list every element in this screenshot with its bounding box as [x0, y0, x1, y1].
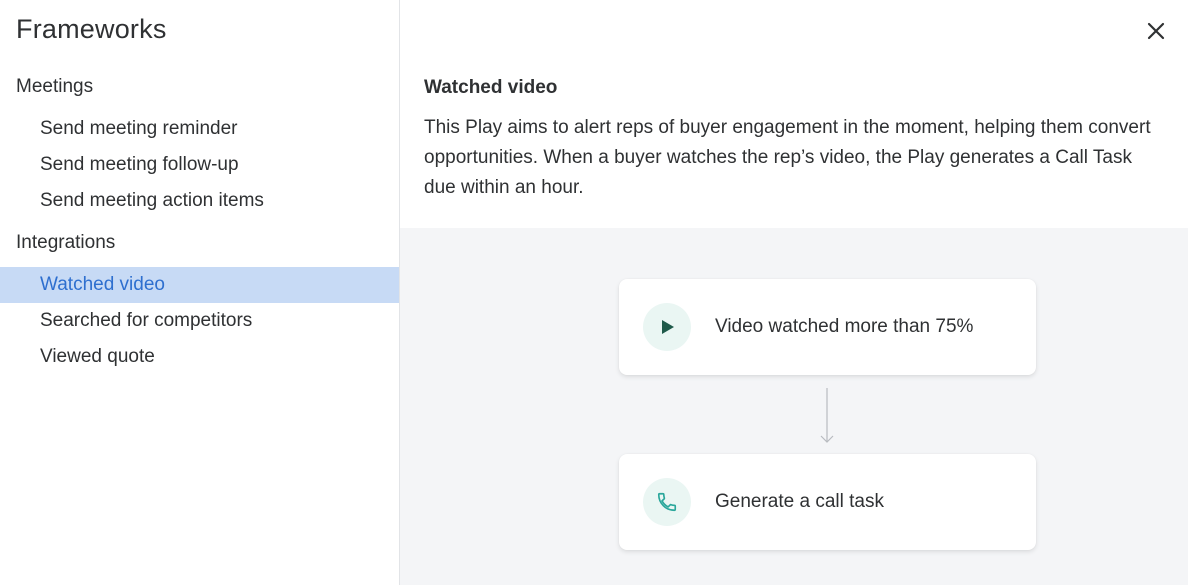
close-icon[interactable] [1144, 19, 1168, 43]
flow-step-trigger[interactable]: Video watched more than 75% [619, 279, 1036, 375]
detail-description: This Play aims to alert reps of buyer en… [424, 117, 1151, 198]
sidebar-item-watched-video[interactable]: Watched video [0, 267, 399, 303]
sidebar-item-searched-for-competitors[interactable]: Searched for competitors [0, 303, 399, 339]
trigger-icon-badge [643, 303, 691, 351]
detail-title: Watched video [424, 77, 558, 98]
section-header-integrations: Integrations [16, 232, 116, 253]
phone-icon [657, 492, 677, 512]
flow-canvas: Video watched more than 75% Generate a c… [400, 228, 1188, 585]
sidebar-title: Frameworks [16, 14, 167, 44]
sidebar-item-send-meeting-reminder[interactable]: Send meeting reminder [0, 111, 399, 147]
section-header-meetings: Meetings [16, 76, 94, 97]
sidebar-item-send-meeting-follow-up[interactable]: Send meeting follow-up [0, 147, 399, 183]
flow-step-trigger-label: Video watched more than 75% [715, 316, 974, 337]
flow-step-action-label: Generate a call task [715, 491, 884, 512]
frameworks-dialog: Frameworks Meetings Send meeting reminde… [0, 0, 1188, 585]
sidebar-item-viewed-quote[interactable]: Viewed quote [0, 339, 399, 375]
sidebar: Frameworks Meetings Send meeting reminde… [0, 0, 400, 585]
flow-step-action[interactable]: Generate a call task [619, 454, 1036, 550]
flow-connector-arrow-icon [820, 388, 834, 443]
close-button[interactable] [1144, 19, 1168, 43]
detail-panel: Watched video This Play aims to alert re… [400, 0, 1188, 585]
action-icon-badge [643, 478, 691, 526]
sidebar-item-send-meeting-action-items[interactable]: Send meeting action items [0, 183, 399, 219]
play-icon [662, 320, 674, 334]
